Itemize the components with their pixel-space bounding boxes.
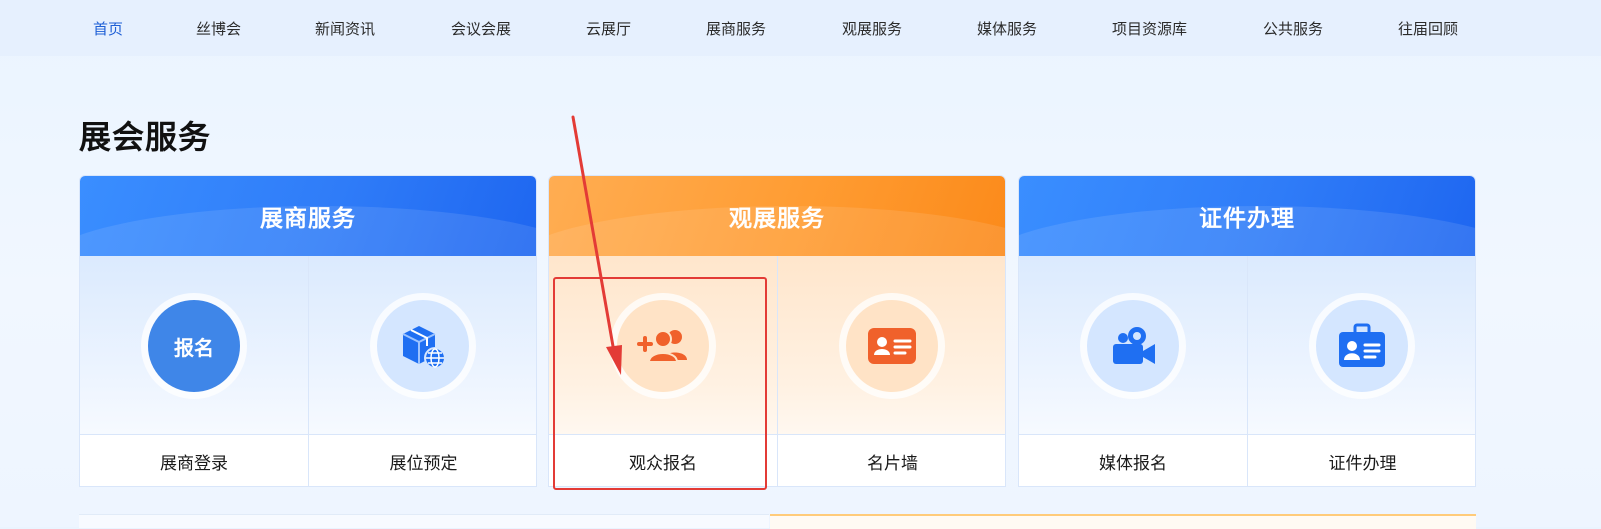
- nav-item-public-services[interactable]: 公共服务: [1263, 18, 1323, 39]
- card-title: 证件办理: [1199, 206, 1295, 232]
- register-badge-text: 报名: [174, 335, 214, 360]
- nav-item-cloud-hall[interactable]: 云展厅: [586, 18, 631, 39]
- nav-item-media-services[interactable]: 媒体服务: [977, 18, 1037, 39]
- register-badge-icon: 报名: [148, 300, 240, 392]
- nav-item-news[interactable]: 新闻资讯: [315, 18, 375, 39]
- nav-item-home[interactable]: 首页: [93, 18, 123, 39]
- nav-item-exhibitor-services[interactable]: 展商服务: [706, 18, 766, 39]
- nav-item-past-review[interactable]: 往届回顾: [1398, 18, 1458, 39]
- nav-item-project-library[interactable]: 项目资源库: [1112, 18, 1187, 39]
- tile-label: 展商登录: [80, 434, 308, 486]
- card-title: 展商服务: [260, 206, 356, 232]
- id-badge-icon: [1316, 300, 1408, 392]
- visitor-registration-tile[interactable]: 观众报名: [549, 256, 778, 486]
- exhibitor-login-tile[interactable]: 报名 展商登录: [80, 256, 309, 486]
- card-header: 证件办理: [1019, 176, 1475, 256]
- exhibitor-services-card: 展商服务 报名 展商登录 展位预定: [79, 175, 537, 487]
- card-title: 观展服务: [729, 206, 825, 232]
- section-title: 展会服务: [79, 118, 212, 156]
- tile-label: 展位预定: [309, 434, 536, 486]
- tile-label: 证件办理: [1248, 434, 1475, 486]
- card-header: 观展服务: [549, 176, 1005, 256]
- tile-label: 媒体报名: [1019, 434, 1247, 486]
- visitor-services-card: 观展服务 观众报名 名片墙: [548, 175, 1006, 487]
- top-nav: 首页 丝博会 新闻资讯 会议会展 云展厅 展商服务 观展服务 媒体服务 项目资源…: [0, 0, 1601, 56]
- media-registration-tile[interactable]: 媒体报名: [1019, 256, 1248, 486]
- nav-item-conferences[interactable]: 会议会展: [451, 18, 511, 39]
- nav-item-silk-expo[interactable]: 丝博会: [196, 18, 241, 39]
- next-section-panel: [79, 514, 769, 528]
- video-camera-icon: [1087, 300, 1179, 392]
- business-card-wall-tile[interactable]: 名片墙: [778, 256, 1005, 486]
- tile-label: 名片墙: [778, 434, 1005, 486]
- nav-item-visitor-services[interactable]: 观展服务: [842, 18, 902, 39]
- business-card-icon: [846, 300, 938, 392]
- card-header: 展商服务: [80, 176, 536, 256]
- booth-booking-tile[interactable]: 展位预定: [309, 256, 536, 486]
- tile-label: 观众报名: [549, 434, 777, 486]
- credentials-card: 证件办理 媒体报名 证件办理: [1018, 175, 1476, 487]
- add-people-icon: [617, 300, 709, 392]
- credential-processing-tile[interactable]: 证件办理: [1248, 256, 1475, 486]
- booth-globe-icon: [377, 300, 469, 392]
